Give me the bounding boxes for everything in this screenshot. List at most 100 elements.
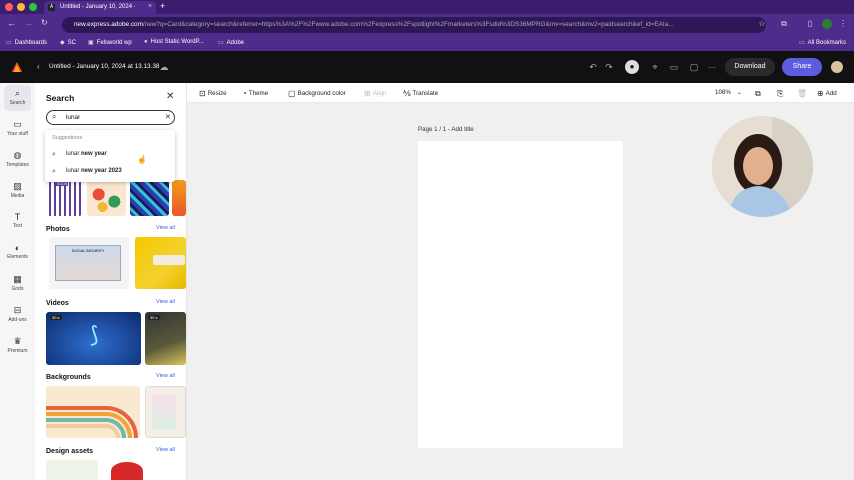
card-image: SOCIAL SECURITY <box>55 245 121 281</box>
crown-icon: ♛ <box>13 336 22 346</box>
sidepanel-icon[interactable]: ▯ <box>805 19 815 29</box>
profile-avatar[interactable] <box>822 19 832 29</box>
background-thumb-2[interactable] <box>145 386 186 438</box>
theme-icon: ◔ <box>242 89 247 98</box>
tab-close-icon[interactable]: × <box>148 3 152 10</box>
template-thumb-2[interactable] <box>87 180 126 216</box>
view-all-photos-link[interactable]: View all <box>156 225 175 231</box>
share-button[interactable]: Share <box>782 58 822 76</box>
browser-menu-icon[interactable]: ⋮ <box>838 19 848 29</box>
background-thumb-1[interactable] <box>46 386 140 438</box>
clear-search-icon[interactable]: ✕ <box>165 113 171 121</box>
rail-item-media[interactable]: ▨ Media <box>0 181 35 199</box>
design-asset-thumb-1[interactable] <box>46 460 98 480</box>
bookmark-dashboards[interactable]: ▭ Dashboards <box>6 39 47 46</box>
translate-icon: ⅍ <box>403 89 411 98</box>
view-all-backgrounds-link[interactable]: View all <box>156 373 175 379</box>
suggestions-label: Suggestions <box>52 135 83 141</box>
search-icon: ⌕ <box>52 151 56 158</box>
comment-icon[interactable]: ▭ <box>668 61 680 73</box>
section-title-backgrounds: Backgrounds <box>46 374 91 381</box>
bookmark-felsworld[interactable]: ▣ Felsworld wp <box>88 39 132 46</box>
rail-item-text[interactable]: T Text <box>0 212 35 229</box>
back-chevron-icon[interactable]: ‹ <box>37 62 40 71</box>
folder-icon: ▭ <box>799 40 805 46</box>
video-thumb-1[interactable]: 30 s ⟆ <box>46 312 141 365</box>
templates-icon: ◍ <box>13 150 22 160</box>
design-asset-thumb-2[interactable] <box>103 460 155 480</box>
rail-item-addons[interactable]: ⊟ Add-ons <box>0 305 35 323</box>
minimize-window-dot[interactable] <box>17 3 25 11</box>
template-thumb-4[interactable] <box>172 180 186 216</box>
design-page[interactable] <box>418 141 623 448</box>
panel-title: Search <box>46 93 75 103</box>
search-input-value: lunar <box>66 114 81 121</box>
user-icon[interactable]: ● <box>625 60 639 74</box>
adobe-express-logo[interactable] <box>11 61 23 73</box>
bookmark-host-static[interactable]: ● Host Static WordP... <box>144 39 204 45</box>
rail-item-elements[interactable]: ◐ Elements <box>0 243 35 260</box>
webcam-overlay <box>712 116 813 217</box>
document-title[interactable]: Untitled - January 10, 2024 at 13.13.38 <box>49 63 160 70</box>
zoom-dropdown[interactable]: 108% ⌄ <box>715 89 742 96</box>
delete-icon[interactable]: 🗑 <box>797 89 809 98</box>
add-page-button[interactable]: ⊕ Add <box>817 89 837 98</box>
close-window-dot[interactable] <box>5 3 13 11</box>
forward-icon[interactable]: → <box>24 18 33 28</box>
plus-circle-icon: ⊕ <box>817 89 824 98</box>
schedule-icon[interactable]: ▢ <box>688 61 700 73</box>
duplicate-icon[interactable]: ⎘ <box>777 89 785 99</box>
account-avatar[interactable] <box>831 61 843 73</box>
suggestion-item[interactable]: lunar new year <box>66 151 107 157</box>
bookmark-adobe[interactable]: ▭ Adobe <box>218 39 244 46</box>
url-host: new.express.adobe.com <box>74 21 143 28</box>
rail-item-grids[interactable]: ▦ Grids <box>0 274 35 292</box>
reload-icon[interactable]: ↻ <box>41 18 48 27</box>
section-title-videos: Videos <box>46 300 69 307</box>
template-thumb-1[interactable]: SOON <box>46 180 82 216</box>
location-pin-icon[interactable]: ⌖ <box>649 61 661 73</box>
close-icon[interactable]: ✕ <box>166 91 174 102</box>
resize-button[interactable]: ⊡ Resize <box>199 89 227 98</box>
page-label[interactable]: Page 1 / 1 - Add title <box>418 126 474 133</box>
more-options-icon[interactable]: ⋯ <box>706 61 718 73</box>
template-thumb-3[interactable] <box>130 180 169 216</box>
url-field[interactable]: new.express.adobe.com/new?q=Card&categor… <box>62 17 766 33</box>
back-icon[interactable]: ← <box>7 18 16 28</box>
cloud-save-icon[interactable]: ☁ <box>158 61 170 73</box>
browser-tab-title: Untitled - January 10, 2024 · <box>60 4 136 10</box>
bookmark-star-icon[interactable]: ☆ <box>757 19 767 29</box>
rail-item-templates[interactable]: ◍ Templates <box>0 150 35 168</box>
extensions-icon[interactable]: ⧉ <box>779 19 789 29</box>
url-path: /new?q=Card&category=search&referrer=htt… <box>142 21 674 28</box>
resize-icon: ⊡ <box>199 89 206 98</box>
new-tab-icon[interactable]: + <box>160 1 165 11</box>
retro-rainbow-image <box>46 406 138 438</box>
search-icon: ⌕ <box>14 88 21 98</box>
browser-tab[interactable]: A Untitled - January 10, 2024 · × <box>44 1 156 14</box>
video-thumb-2[interactable]: 30 s <box>145 312 186 365</box>
folder-icon: ▭ <box>218 40 224 46</box>
theme-button[interactable]: ◔ Theme <box>242 89 268 98</box>
redo-icon[interactable]: ↷ <box>603 61 615 73</box>
floral-card-image <box>152 395 176 429</box>
card-text: SOCIAL SECURITY <box>71 249 105 253</box>
rail-item-your-stuff[interactable]: ▭ Your stuff <box>0 119 35 137</box>
align-button[interactable]: ⊞ Align <box>364 89 386 98</box>
all-bookmarks[interactable]: ▭ All Bookmarks <box>799 39 846 46</box>
translate-button[interactable]: ⅍ Translate <box>403 89 438 98</box>
photo-thumb-1[interactable]: SOCIAL SECURITY <box>49 237 129 289</box>
background-color-button[interactable]: ▢ Background color <box>288 89 346 98</box>
bookmark-sc[interactable]: ◆ SC <box>60 39 76 46</box>
view-all-design-assets-link[interactable]: View all <box>156 447 175 453</box>
search-icon: ⌕ <box>52 168 56 175</box>
maximize-window-dot[interactable] <box>29 3 37 11</box>
pages-icon[interactable]: ⧉ <box>755 89 763 99</box>
undo-icon[interactable]: ↶ <box>587 61 599 73</box>
rail-item-premium[interactable]: ♛ Premium <box>0 336 35 354</box>
view-all-videos-link[interactable]: View all <box>156 299 175 305</box>
rail-item-search[interactable]: ⌕ Search <box>0 88 35 106</box>
download-button[interactable]: Download <box>725 58 775 76</box>
photo-thumb-2[interactable] <box>135 237 186 289</box>
suggestion-item[interactable]: lunar new year 2023 <box>66 168 122 174</box>
